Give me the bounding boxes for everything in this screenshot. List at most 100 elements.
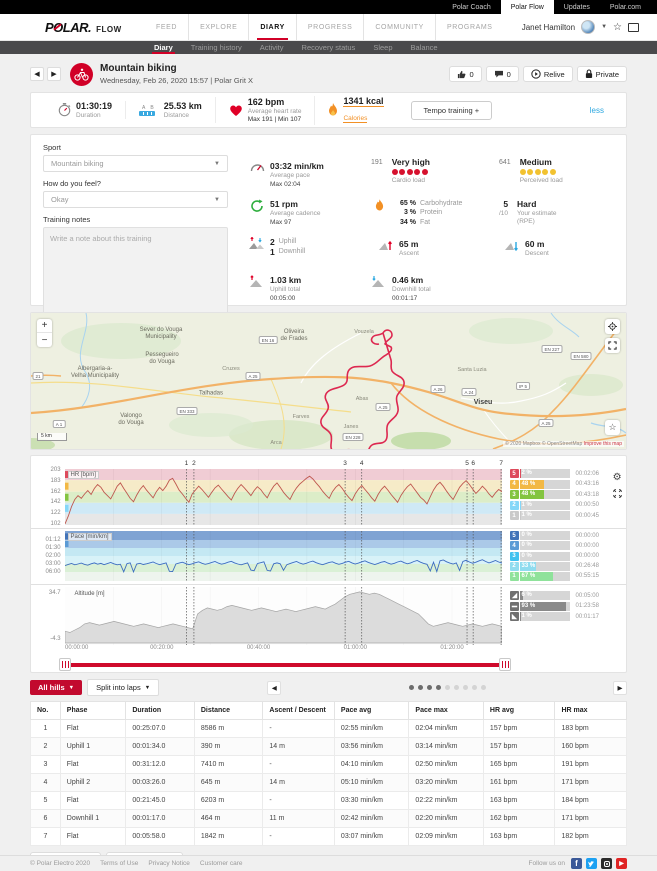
- pager-next-button[interactable]: ▶: [613, 681, 627, 695]
- main-nav-progress[interactable]: PROGRESS: [297, 14, 364, 40]
- user-avatar[interactable]: [581, 20, 595, 34]
- training-target-button[interactable]: Tempo training +: [411, 101, 493, 120]
- pager-dot[interactable]: [436, 685, 441, 690]
- pager-dot[interactable]: [481, 685, 486, 690]
- map-favorite-button[interactable]: ☆: [605, 420, 620, 435]
- lap-cell: Flat: [60, 756, 126, 774]
- map-fullscreen-button[interactable]: [605, 338, 620, 353]
- distance-value: 25.53 km: [164, 101, 202, 111]
- uphill-icon: [249, 275, 265, 302]
- hr-tick-label: 203: [51, 467, 61, 473]
- time-range-slider[interactable]: [59, 657, 511, 673]
- zoom-in-button[interactable]: +: [37, 319, 52, 333]
- training-notes-input[interactable]: Write a note about this training: [43, 227, 228, 317]
- stopwatch-icon: [58, 103, 71, 117]
- twitter-icon[interactable]: [586, 858, 597, 869]
- pager-previous-button[interactable]: ◀: [267, 681, 281, 695]
- topbar-link[interactable]: Updates: [554, 0, 600, 14]
- chevron-down-icon: ▼: [214, 197, 220, 203]
- lap-markers-row: 1234567: [65, 460, 505, 469]
- route-map[interactable]: Sever do Vouga MunicipalityPessegueiro d…: [30, 312, 627, 450]
- map-locate-button[interactable]: [605, 319, 620, 334]
- chevron-down-icon[interactable]: ▼: [601, 24, 607, 30]
- footer-link-customer-care[interactable]: Customer care: [200, 860, 243, 867]
- calories-value[interactable]: 1341 kcal: [343, 96, 383, 107]
- main-nav-feed[interactable]: FEED: [145, 14, 189, 40]
- distance-stat: AB 25.53 kmDistance: [125, 101, 215, 119]
- pace-zone-legend: 50 %00:00:0040 %00:00:0030 %00:00:00233 …: [510, 531, 609, 581]
- lap-row[interactable]: 5Flat00:21:45.06203 m-03:30 min/km02:22 …: [31, 792, 627, 810]
- relive-button[interactable]: Relive: [523, 66, 573, 82]
- lap-row[interactable]: 4Uphill 200:03:26.0645 m14 m05:10 min/km…: [31, 774, 627, 792]
- pager-dot[interactable]: [427, 685, 432, 690]
- laps-header-cell: Ascent / Descent: [263, 702, 335, 720]
- pace-chart-label: Pace [min/km]: [68, 533, 112, 541]
- subnav-training-history[interactable]: Training history: [182, 41, 251, 54]
- calories-label[interactable]: Calories: [343, 115, 367, 123]
- split-into-laps-button[interactable]: Split into laps▼: [87, 679, 159, 696]
- comment-icon: [494, 70, 504, 78]
- user-name[interactable]: Janet Hamilton: [522, 23, 575, 32]
- lap-row[interactable]: 6Downhill 100:01:17.0464 m11 m02:42 min/…: [31, 810, 627, 828]
- topbar-link[interactable]: Polar Flow: [501, 0, 554, 14]
- comment-button[interactable]: 0: [486, 66, 519, 82]
- altitude-phase-row: 93 %01:23:58: [510, 602, 609, 612]
- hills-filter-button[interactable]: All hills▼: [30, 680, 82, 695]
- pager-dot[interactable]: [418, 685, 423, 690]
- topbar-link[interactable]: Polar.com: [600, 0, 651, 14]
- main-nav-explore[interactable]: EXPLORE: [189, 14, 249, 40]
- previous-session-button[interactable]: ◀: [30, 67, 44, 81]
- pace-plot[interactable]: Pace [min/km]: [65, 531, 502, 581]
- chart-expand-icon[interactable]: [613, 489, 622, 498]
- zoom-out-button[interactable]: −: [37, 333, 52, 347]
- subnav-activity[interactable]: Activity: [251, 41, 293, 54]
- pace-tick-label: 01:12: [46, 537, 61, 543]
- downhill-icon: [371, 275, 387, 302]
- slider-handle-left[interactable]: [59, 658, 71, 671]
- main-nav-community[interactable]: COMMUNITY: [364, 14, 436, 40]
- altitude-plot[interactable]: Altitude [m]: [65, 587, 502, 645]
- improve-map-link[interactable]: Improve this map: [584, 441, 622, 447]
- facebook-icon[interactable]: f: [571, 858, 582, 869]
- lap-row[interactable]: 7Flat00:05:58.01842 m-03:07 min/km02:09 …: [31, 828, 627, 846]
- privacy-button[interactable]: Private: [577, 66, 627, 82]
- like-button[interactable]: 0: [449, 66, 481, 82]
- energy-row: 65 %Carbohydrate: [392, 199, 462, 208]
- main-nav-programs[interactable]: PROGRAMS: [436, 14, 504, 40]
- instagram-icon[interactable]: [601, 858, 612, 869]
- messages-icon[interactable]: [628, 23, 639, 32]
- hr-plot[interactable]: HR [bpm]: [65, 469, 502, 525]
- subnav-sleep[interactable]: Sleep: [364, 41, 401, 54]
- main-nav-diary[interactable]: DIARY: [249, 14, 297, 40]
- subnav-diary[interactable]: Diary: [145, 41, 182, 54]
- pager-dot[interactable]: [472, 685, 477, 690]
- duration-label: Duration: [76, 112, 112, 119]
- footer-link-terms[interactable]: Terms of Use: [100, 860, 138, 867]
- lap-row[interactable]: 1Flat00:25:07.08586 m-02:55 min/km02:04 …: [31, 720, 627, 738]
- pager-dot[interactable]: [463, 685, 468, 690]
- slider-handle-right[interactable]: [499, 658, 511, 671]
- lap-row[interactable]: 3Flat00:31:12.07410 m-04:10 min/km02:50 …: [31, 756, 627, 774]
- favorites-star-icon[interactable]: ☆: [613, 22, 622, 33]
- topbar-link[interactable]: Polar Coach: [442, 0, 501, 14]
- laps-header-cell: No.: [31, 702, 61, 720]
- polar-flow-logo[interactable]: POLAR. FLOW: [45, 20, 122, 35]
- footer-link-privacy[interactable]: Privacy Notice: [148, 860, 190, 867]
- subnav-recovery-status[interactable]: Recovery status: [293, 41, 365, 54]
- pager-dot[interactable]: [454, 685, 459, 690]
- laps-header-cell: HR max: [555, 702, 627, 720]
- less-link[interactable]: less: [590, 106, 604, 115]
- sport-select[interactable]: Mountain biking▼: [43, 155, 228, 172]
- pager-dot[interactable]: [409, 685, 414, 690]
- lap-row[interactable]: 2Uphill 100:01:34.0390 m14 m03:56 min/km…: [31, 738, 627, 756]
- chart-settings-gear-icon[interactable]: ⚙: [613, 473, 622, 483]
- next-session-button[interactable]: ▶: [47, 67, 61, 81]
- privacy-label: Private: [596, 70, 619, 79]
- user-area: Janet Hamilton ▼ ☆: [522, 20, 639, 34]
- youtube-icon[interactable]: ▶: [616, 858, 627, 869]
- pager-dot[interactable]: [445, 685, 450, 690]
- lap-cell: 163 bpm: [483, 792, 555, 810]
- subnav-balance[interactable]: Balance: [402, 41, 447, 54]
- feel-select[interactable]: Okay▼: [43, 191, 228, 208]
- slider-track[interactable]: [65, 663, 505, 667]
